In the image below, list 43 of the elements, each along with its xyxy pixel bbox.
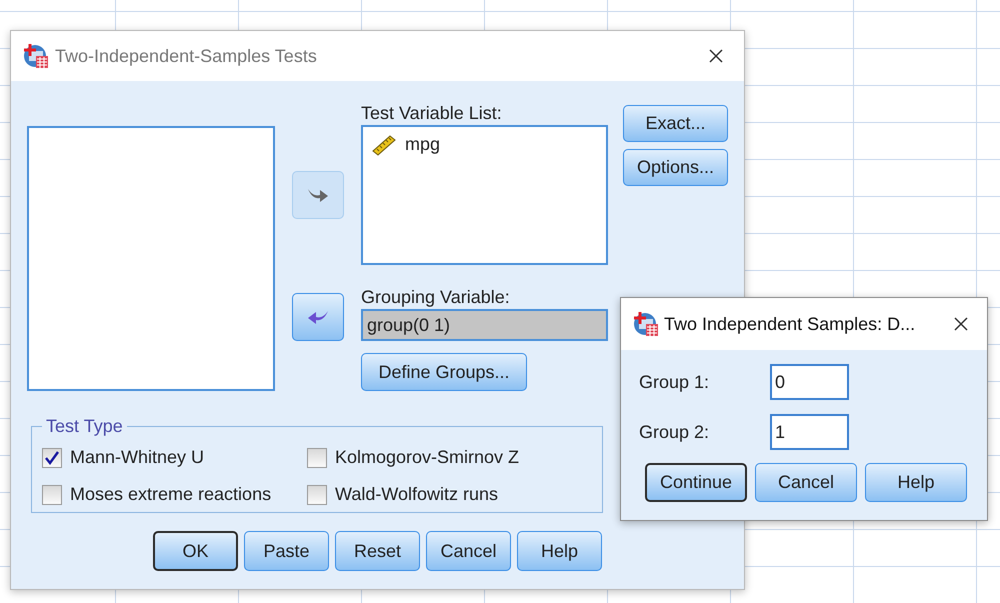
field-label: Group 2: xyxy=(639,420,710,444)
dialog-button[interactable]: Paste xyxy=(244,531,329,571)
side-button[interactable]: Options... xyxy=(623,149,728,186)
group-title: Test Type xyxy=(45,415,124,438)
group-input[interactable]: 0 xyxy=(770,364,849,400)
dialog-button[interactable]: Help xyxy=(865,463,967,502)
close-icon[interactable] xyxy=(953,316,969,332)
window-title: Two Independent Samples: D... xyxy=(664,312,916,336)
group-input[interactable]: 1 xyxy=(770,414,849,450)
checkmark-icon xyxy=(44,450,60,466)
grouping-variable-field[interactable]: group(0 1) xyxy=(361,309,608,341)
option-label: Kolmogorov-Smirnov Z xyxy=(335,446,520,469)
option-label: Wald-Wolfowitz runs xyxy=(335,483,498,506)
move-button[interactable] xyxy=(292,293,344,341)
checkbox-option[interactable]: Mann-Whitney U xyxy=(42,444,307,471)
define-groups-button[interactable]: Define Groups... xyxy=(361,353,527,391)
field-label: Grouping Variable: xyxy=(361,286,511,309)
window-title: Two-Independent-Samples Tests xyxy=(55,44,318,68)
checkbox-option[interactable]: Wald-Wolfowitz runs xyxy=(307,481,592,508)
option-label: Moses extreme reactions xyxy=(70,483,272,506)
source-variable-list[interactable] xyxy=(27,126,275,391)
dialog-button[interactable]: Cancel xyxy=(755,463,857,502)
list-label: Test Variable List: xyxy=(361,102,503,125)
app-icon xyxy=(23,43,49,69)
checkbox-option[interactable]: Kolmogorov-Smirnov Z xyxy=(307,444,592,471)
dialog-button[interactable]: Help xyxy=(517,531,602,571)
dialog-button[interactable]: Continue xyxy=(645,463,747,502)
checkbox[interactable] xyxy=(42,448,62,468)
dialog-button[interactable]: OK xyxy=(153,531,238,571)
checkbox-option[interactable]: Moses extreme reactions xyxy=(42,481,307,508)
close-icon[interactable] xyxy=(708,48,724,64)
test-variable-list[interactable]: mpg xyxy=(361,125,608,265)
dialog-button[interactable]: Cancel xyxy=(426,531,511,571)
side-button[interactable]: Exact... xyxy=(623,105,728,142)
ruler-icon xyxy=(371,134,397,156)
checkbox[interactable] xyxy=(307,448,327,468)
dialog-button[interactable]: Reset xyxy=(335,531,420,571)
field-label: Group 1: xyxy=(639,370,710,394)
checkbox[interactable] xyxy=(42,484,62,504)
list-item[interactable]: mpg xyxy=(367,131,602,158)
app-icon xyxy=(633,311,659,337)
option-label: Mann-Whitney U xyxy=(70,446,204,469)
checkbox[interactable] xyxy=(307,484,327,504)
